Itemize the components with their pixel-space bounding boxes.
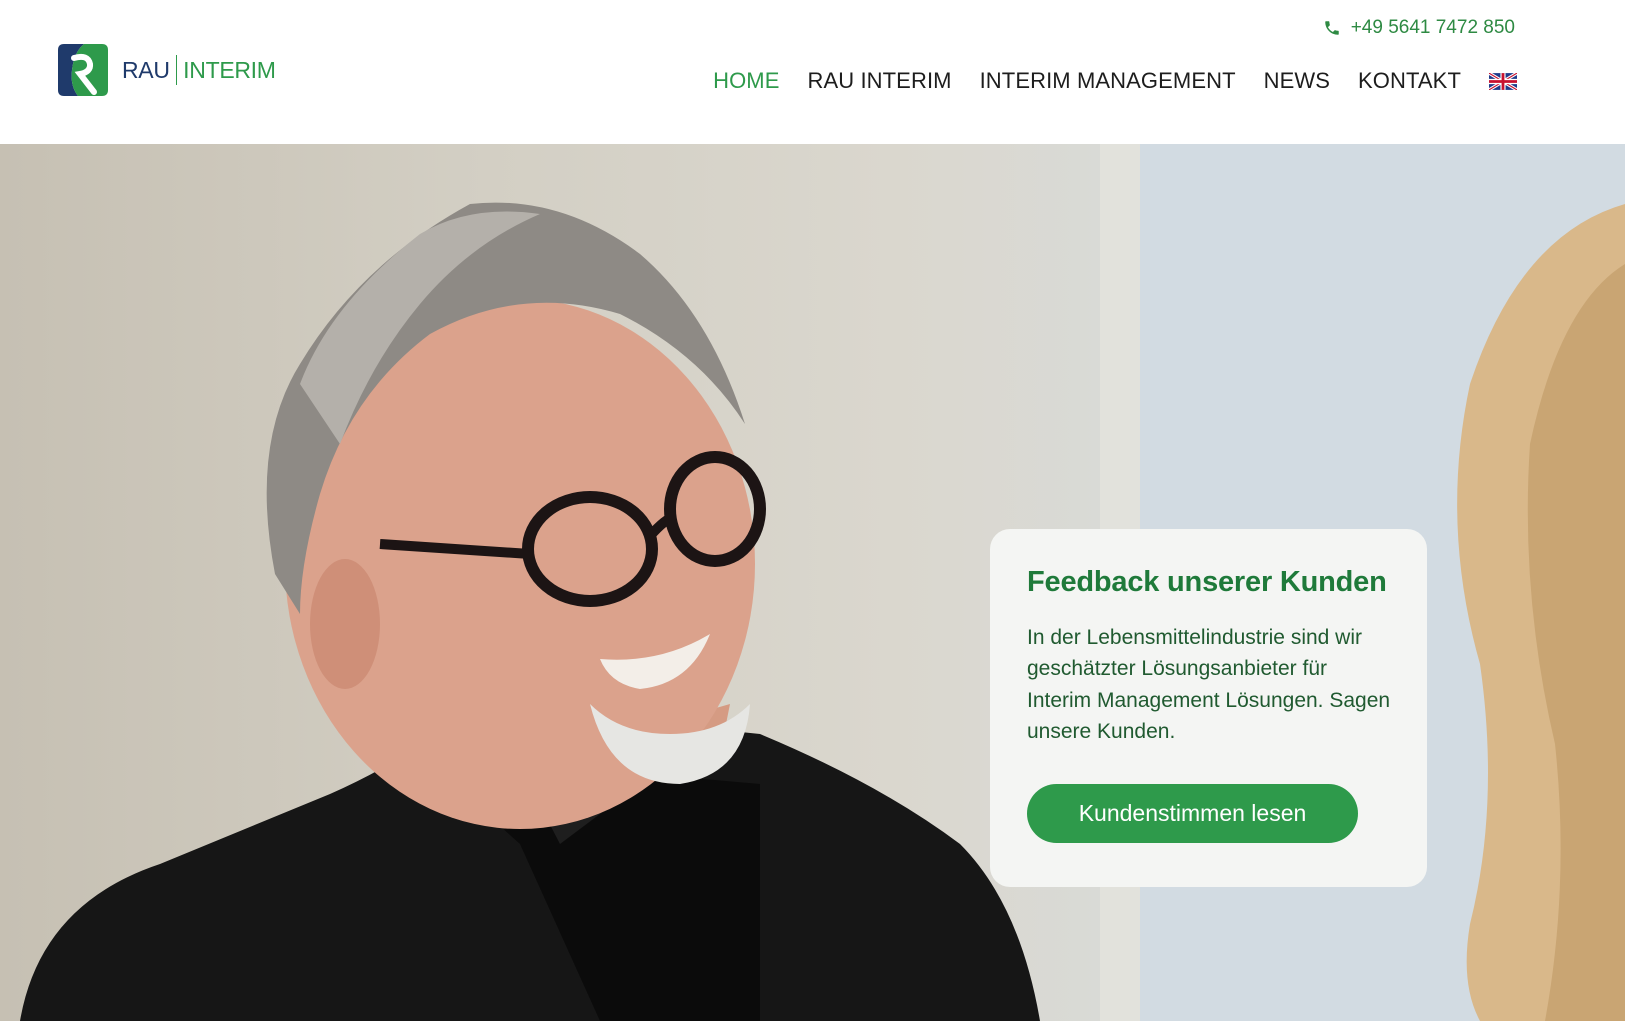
nav-item-news[interactable]: NEWS: [1264, 68, 1330, 94]
logo-mark-icon: [58, 44, 108, 96]
phone-number: +49 5641 7472 850: [1350, 17, 1515, 38]
nav-item-home[interactable]: HOME: [713, 68, 779, 94]
hero-section: Feedback unserer Kunden In der Lebensmit…: [0, 144, 1625, 1021]
nav-item-rau-interim[interactable]: RAU INTERIM: [807, 68, 951, 94]
phone-link[interactable]: +49 5641 7472 850: [1323, 17, 1515, 39]
nav-item-interim-management[interactable]: INTERIM MANAGEMENT: [980, 68, 1236, 94]
read-testimonials-button[interactable]: Kundenstimmen lesen: [1027, 783, 1358, 843]
logo[interactable]: RAU INTERIM: [54, 42, 276, 98]
logo-text-interim: INTERIM: [183, 56, 276, 83]
nav-item-kontakt[interactable]: KONTAKT: [1358, 68, 1461, 94]
logo-text-rau: RAU: [122, 56, 170, 83]
phone-icon: [1324, 21, 1339, 35]
main-nav: HOME RAU INTERIM INTERIM MANAGEMENT NEWS…: [685, 68, 1517, 94]
logo-divider: [175, 55, 178, 85]
feedback-card-title: Feedback unserer Kunden: [1027, 566, 1387, 598]
feedback-card: Feedback unserer Kunden In der Lebensmit…: [990, 529, 1427, 887]
uk-flag-icon[interactable]: [1489, 72, 1517, 90]
feedback-card-text: In der Lebensmittelindustrie sind wir ge…: [1027, 625, 1391, 744]
site-header: RAU INTERIM +49 5641 7472 850 HOME RAU I…: [0, 0, 1625, 144]
